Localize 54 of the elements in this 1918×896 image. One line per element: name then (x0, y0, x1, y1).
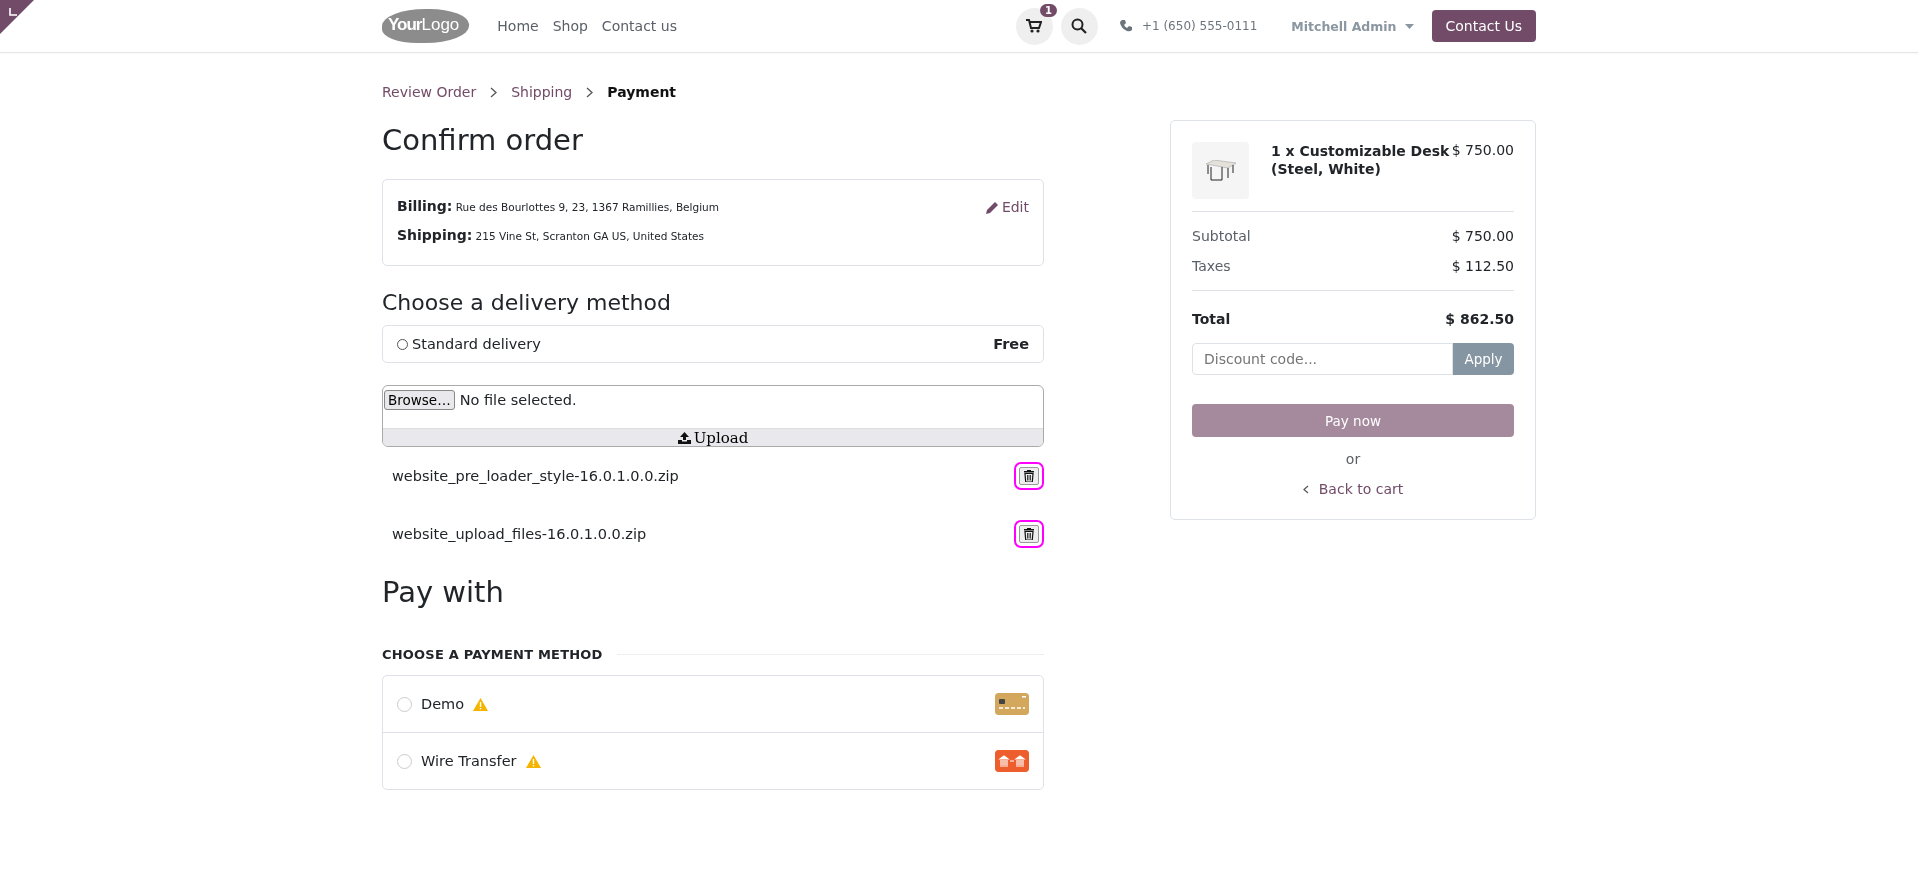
search-button[interactable] (1060, 7, 1098, 45)
breadcrumb-link[interactable]: Review Order (382, 84, 477, 100)
summary-value: $ 750.00 (1451, 228, 1514, 244)
phone-icon (1119, 20, 1132, 32)
page-title: Confirm order (382, 123, 584, 157)
breadcrumb-link[interactable]: Payment (607, 84, 677, 100)
chevron-icon (586, 86, 594, 98)
file-name: website_upload_files-16.0.1.0.0.zip (392, 526, 647, 542)
cart-count-badge: 1 (1039, 3, 1057, 17)
browse-button[interactable]: Browse… (384, 390, 455, 410)
desk-icon (1205, 159, 1236, 182)
delivery-option[interactable]: Standard delivery Free (382, 325, 1044, 363)
upload-icon (677, 431, 691, 444)
upload-button[interactable]: Upload (383, 428, 1043, 446)
pencil-icon (985, 200, 999, 214)
section-title: Pay with (382, 575, 505, 609)
nav-link[interactable]: Contact us (601, 18, 677, 34)
nav-link[interactable]: Home (497, 18, 539, 34)
summary-label: Subtotal (1192, 228, 1251, 244)
product-price: $ 750.00 (1451, 142, 1514, 158)
total-value: $ 862.50 (1445, 311, 1514, 327)
caret-icon (1404, 23, 1414, 29)
summary-value: $ 112.50 (1451, 258, 1514, 274)
breadcrumb-link[interactable]: Shipping (511, 84, 573, 100)
section-title: Choose a delivery method (382, 290, 672, 315)
payment-option[interactable]: Demo (383, 676, 1043, 732)
summary-label: Taxes (1192, 258, 1231, 274)
product-name[interactable]: 1 x Customizable Desk (Steel, White) (1271, 142, 1452, 179)
back-to-cart-link[interactable]: Back to cart (1302, 481, 1404, 497)
discount-field[interactable]: Discount code... (1192, 343, 1453, 375)
trash-icon (1024, 528, 1034, 540)
corner-tab-icon[interactable] (0, 0, 34, 34)
phone-number: +1 (650) 555-0111 (1141, 19, 1258, 33)
contact-us-button[interactable]: Contact Us (1431, 10, 1536, 42)
nav-link[interactable]: Shop (552, 18, 588, 34)
chevron-icon (490, 86, 498, 98)
address-text: Shipping: 215 Vine St, Scranton GA US, United States (397, 227, 705, 243)
cart-icon (1026, 19, 1043, 33)
chevron-left-icon (1302, 484, 1309, 494)
trash-icon (1024, 470, 1034, 482)
delivery-name: Standard delivery (412, 336, 542, 352)
payment-name: Wire Transfer (421, 753, 517, 769)
total-label: Total (1192, 311, 1231, 327)
payment-option[interactable]: Wire Transfer (383, 732, 1043, 789)
payment-name: Demo (421, 696, 465, 712)
subsection-title: CHOOSE A PAYMENT METHOD (382, 647, 603, 662)
cart-button[interactable] (1015, 7, 1053, 45)
delivery-price: Free (993, 336, 1029, 352)
search-icon (1071, 18, 1088, 34)
edit-link[interactable]: Edit (985, 198, 1029, 216)
or-text: or (1344, 451, 1362, 467)
file-name: website_pre_loader_style-16.0.1.0.0.zip (392, 468, 679, 484)
file-status: No file selected. (459, 392, 577, 408)
address-text: Billing: Rue des Bourlottes 9, 23, 1367 Ramillies, Belgium (397, 198, 719, 214)
